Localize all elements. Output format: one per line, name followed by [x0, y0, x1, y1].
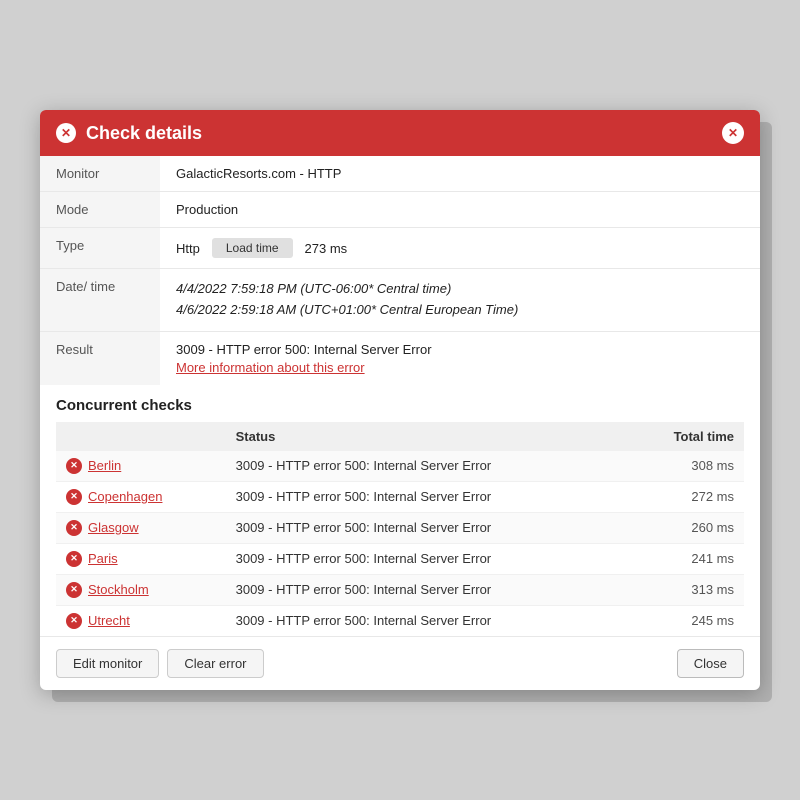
- load-time-value: 273 ms: [305, 241, 348, 256]
- total-time-cell-3: 241 ms: [627, 543, 744, 574]
- close-button[interactable]: Close: [677, 649, 744, 678]
- mode-row: Mode Production: [40, 192, 760, 228]
- table-row: Berlin 3009 - HTTP error 500: Internal Se…: [56, 451, 744, 482]
- table-row: Glasgow 3009 - HTTP error 500: Internal S…: [56, 512, 744, 543]
- error-dot: [66, 520, 82, 536]
- status-cell-2: 3009 - HTTP error 500: Internal Server E…: [226, 512, 627, 543]
- load-time-badge: Load time: [212, 238, 293, 258]
- location-link[interactable]: Paris: [88, 551, 118, 566]
- modal-body: Monitor GalacticResorts.com - HTTP Mode …: [40, 156, 760, 636]
- table-row: Utrecht 3009 - HTTP error 500: Internal S…: [56, 605, 744, 636]
- error-dot: [66, 613, 82, 629]
- total-time-cell-0: 308 ms: [627, 451, 744, 482]
- location-link[interactable]: Utrecht: [88, 613, 130, 628]
- error-icon: [56, 123, 76, 143]
- table-row: Paris 3009 - HTTP error 500: Internal Ser…: [56, 543, 744, 574]
- location-link[interactable]: Stockholm: [88, 582, 149, 597]
- error-dot: [66, 582, 82, 598]
- location-cell-5: Utrecht: [56, 605, 226, 636]
- status-cell-4: 3009 - HTTP error 500: Internal Server E…: [226, 574, 627, 605]
- result-label: Result: [40, 331, 160, 385]
- error-dot: [66, 551, 82, 567]
- result-cell: 3009 - HTTP error 500: Internal Server E…: [160, 331, 760, 385]
- location-link[interactable]: Glasgow: [88, 520, 139, 535]
- datetime-line2: 4/6/2022 2:59:18 AM (UTC+01:00* Central …: [176, 300, 744, 321]
- location-cell-2: Glasgow: [56, 512, 226, 543]
- close-header-button[interactable]: [722, 122, 744, 144]
- location-link[interactable]: Berlin: [88, 458, 121, 473]
- type-row: Type Http Load time 273 ms: [40, 228, 760, 269]
- concurrent-section: Concurrent checks Status Total time Berl…: [40, 385, 760, 636]
- location-link[interactable]: Copenhagen: [88, 489, 162, 504]
- col-location: [56, 422, 226, 451]
- location-cell-0: Berlin: [56, 451, 226, 482]
- col-status: Status: [226, 422, 627, 451]
- datetime-cell: 4/4/2022 7:59:18 PM (UTC-06:00* Central …: [160, 269, 760, 332]
- error-dot: [66, 489, 82, 505]
- status-cell-0: 3009 - HTTP error 500: Internal Server E…: [226, 451, 627, 482]
- error-dot: [66, 458, 82, 474]
- monitor-row: Monitor GalacticResorts.com - HTTP: [40, 156, 760, 192]
- mode-value: Production: [160, 192, 760, 228]
- status-cell-3: 3009 - HTTP error 500: Internal Server E…: [226, 543, 627, 574]
- total-time-cell-5: 245 ms: [627, 605, 744, 636]
- col-total-time: Total time: [627, 422, 744, 451]
- concurrent-table: Status Total time Berlin 3009 - HTTP erro…: [56, 422, 744, 636]
- mode-label: Mode: [40, 192, 160, 228]
- total-time-cell-1: 272 ms: [627, 481, 744, 512]
- result-row: Result 3009 - HTTP error 500: Internal S…: [40, 331, 760, 385]
- type-label: Type: [40, 228, 160, 269]
- type-value: Http: [176, 241, 200, 256]
- modal-title: Check details: [86, 123, 712, 144]
- location-cell-1: Copenhagen: [56, 481, 226, 512]
- datetime-label: Date/ time: [40, 269, 160, 332]
- concurrent-title: Concurrent checks: [56, 397, 744, 414]
- result-value: 3009 - HTTP error 500: Internal Server E…: [176, 342, 432, 357]
- footer-right: Close: [677, 649, 744, 678]
- modal: Check details Monitor GalacticResorts.co…: [40, 110, 760, 690]
- type-cell: Http Load time 273 ms: [160, 228, 760, 269]
- location-cell-4: Stockholm: [56, 574, 226, 605]
- table-row: Stockholm 3009 - HTTP error 500: Internal…: [56, 574, 744, 605]
- modal-header: Check details: [40, 110, 760, 156]
- status-cell-1: 3009 - HTTP error 500: Internal Server E…: [226, 481, 627, 512]
- modal-footer: Edit monitor Clear error Close: [40, 636, 760, 690]
- datetime-line1: 4/4/2022 7:59:18 PM (UTC-06:00* Central …: [176, 279, 744, 300]
- modal-container: Check details Monitor GalacticResorts.co…: [40, 110, 760, 690]
- status-cell-5: 3009 - HTTP error 500: Internal Server E…: [226, 605, 627, 636]
- monitor-value: GalacticResorts.com - HTTP: [160, 156, 760, 192]
- total-time-cell-2: 260 ms: [627, 512, 744, 543]
- datetime-row: Date/ time 4/4/2022 7:59:18 PM (UTC-06:0…: [40, 269, 760, 332]
- clear-error-button[interactable]: Clear error: [167, 649, 263, 678]
- info-table: Monitor GalacticResorts.com - HTTP Mode …: [40, 156, 760, 385]
- edit-monitor-button[interactable]: Edit monitor: [56, 649, 159, 678]
- more-info-link[interactable]: More information about this error: [176, 360, 744, 375]
- table-row: Copenhagen 3009 - HTTP error 500: Interna…: [56, 481, 744, 512]
- monitor-label: Monitor: [40, 156, 160, 192]
- location-cell-3: Paris: [56, 543, 226, 574]
- total-time-cell-4: 313 ms: [627, 574, 744, 605]
- concurrent-header-row: Status Total time: [56, 422, 744, 451]
